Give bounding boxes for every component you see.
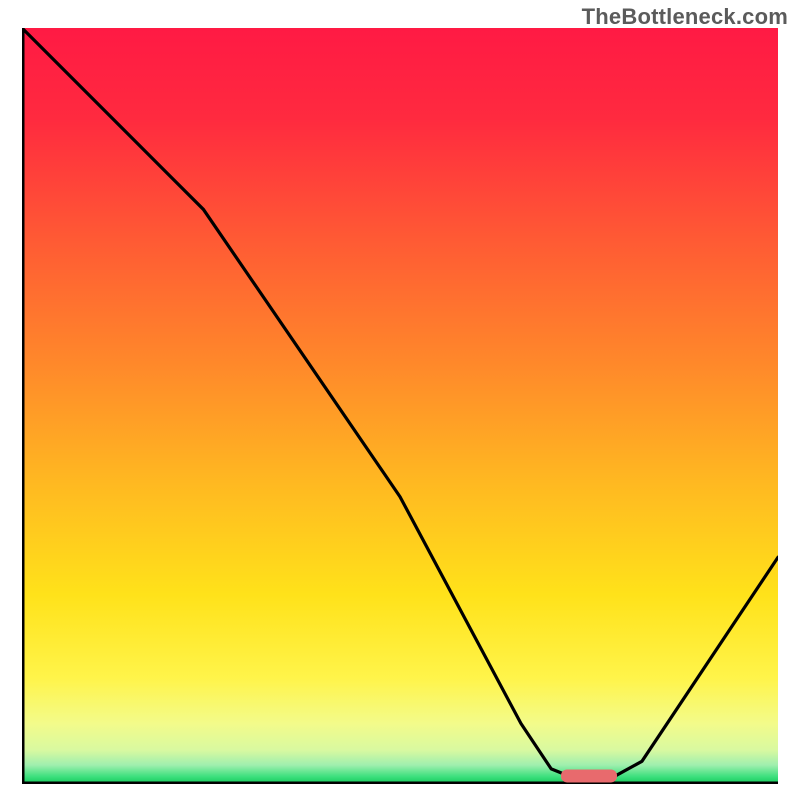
optimal-marker (561, 769, 617, 782)
chart-svg (22, 28, 778, 784)
watermark-text: TheBottleneck.com (582, 4, 788, 30)
chart-container: TheBottleneck.com (0, 0, 800, 800)
plot-area (22, 28, 778, 784)
